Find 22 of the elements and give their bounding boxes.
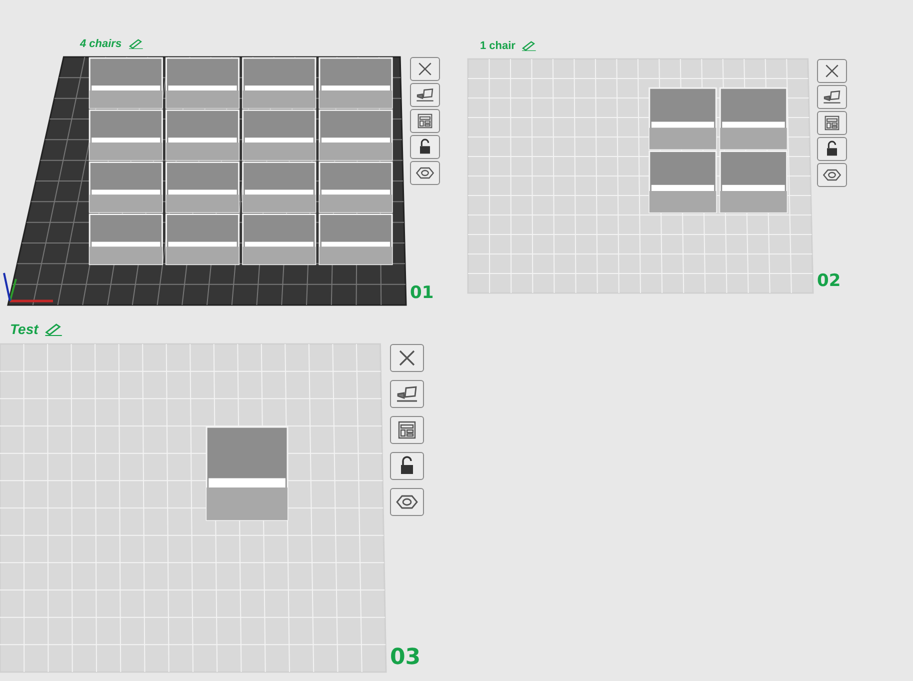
settings-button[interactable] xyxy=(410,161,440,185)
plate-name: 1 chair xyxy=(480,40,516,52)
plate-number: 03 xyxy=(390,645,421,670)
arrange-button[interactable] xyxy=(410,83,440,107)
close-button[interactable] xyxy=(817,59,847,83)
plate-number: 01 xyxy=(410,283,434,303)
arrange-button[interactable] xyxy=(390,380,424,408)
settings-button[interactable] xyxy=(817,163,847,187)
layout-button[interactable] xyxy=(817,111,847,135)
plate-number: 02 xyxy=(817,271,841,291)
plate-name: 4 chairs xyxy=(80,38,122,50)
edit-icon[interactable] xyxy=(43,322,64,336)
layout-button[interactable] xyxy=(410,109,440,133)
close-button[interactable] xyxy=(390,344,424,372)
plate-name: Test xyxy=(10,321,38,337)
arrange-button[interactable] xyxy=(817,85,847,109)
close-button[interactable] xyxy=(410,57,440,81)
settings-button[interactable] xyxy=(390,488,424,516)
layout-button[interactable] xyxy=(390,416,424,444)
edit-icon[interactable] xyxy=(520,40,538,51)
build-plate-drawing[interactable] xyxy=(3,56,407,306)
edit-icon[interactable] xyxy=(126,38,144,49)
